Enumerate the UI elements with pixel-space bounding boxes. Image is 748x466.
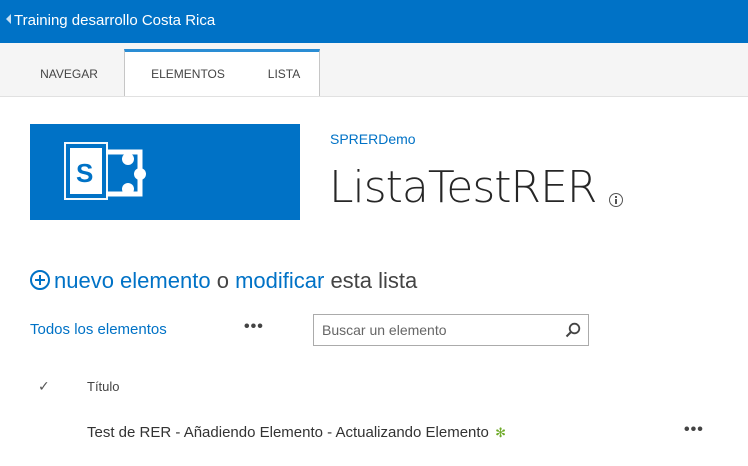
list-item-title[interactable]: Test de RER - Añadiendo Elemento - Actua… <box>87 424 489 441</box>
list-item[interactable]: Test de RER - Añadiendo Elemento - Actua… <box>87 424 506 441</box>
page-title: ListaTestRER <box>329 162 597 213</box>
tab-lista[interactable]: LISTA <box>260 43 308 96</box>
select-all-check-icon[interactable]: ✓ <box>38 378 50 395</box>
svg-text:S: S <box>76 158 93 188</box>
search-icon[interactable] <box>565 322 581 338</box>
ribbon: NAVEGAR ELEMENTOS LISTA <box>0 43 748 97</box>
new-item-icon: ✻ <box>495 425 506 440</box>
info-icon[interactable] <box>609 193 623 207</box>
view-all-items[interactable]: Todos los elementos <box>30 321 167 338</box>
back-arrow-icon[interactable] <box>6 14 11 24</box>
sharepoint-logo-graphic: S <box>64 142 146 200</box>
new-item-link[interactable]: nuevo elemento <box>54 268 211 293</box>
sharepoint-logo-icon[interactable]: S <box>30 124 300 220</box>
add-circle-icon[interactable] <box>30 270 50 290</box>
item-more-button[interactable]: ••• <box>684 421 704 439</box>
site-title-link[interactable]: Training desarrollo Costa Rica <box>14 12 215 29</box>
suite-bar: Training desarrollo Costa Rica <box>0 0 748 43</box>
site-breadcrumb-link[interactable]: SPRERDemo <box>330 131 416 147</box>
search-box <box>313 314 589 346</box>
modify-list-link[interactable]: modificar <box>235 268 324 293</box>
tab-elementos[interactable]: ELEMENTOS <box>140 43 236 96</box>
or-text: o <box>216 268 229 293</box>
this-list-text: esta lista <box>330 268 418 293</box>
view-more-button[interactable]: ••• <box>244 318 264 336</box>
tab-navegar[interactable]: NAVEGAR <box>28 43 110 96</box>
search-input[interactable] <box>314 315 562 345</box>
new-item-bar: nuevo elemento o modificar esta lista <box>30 268 417 294</box>
column-header-title[interactable]: Título <box>87 379 120 394</box>
